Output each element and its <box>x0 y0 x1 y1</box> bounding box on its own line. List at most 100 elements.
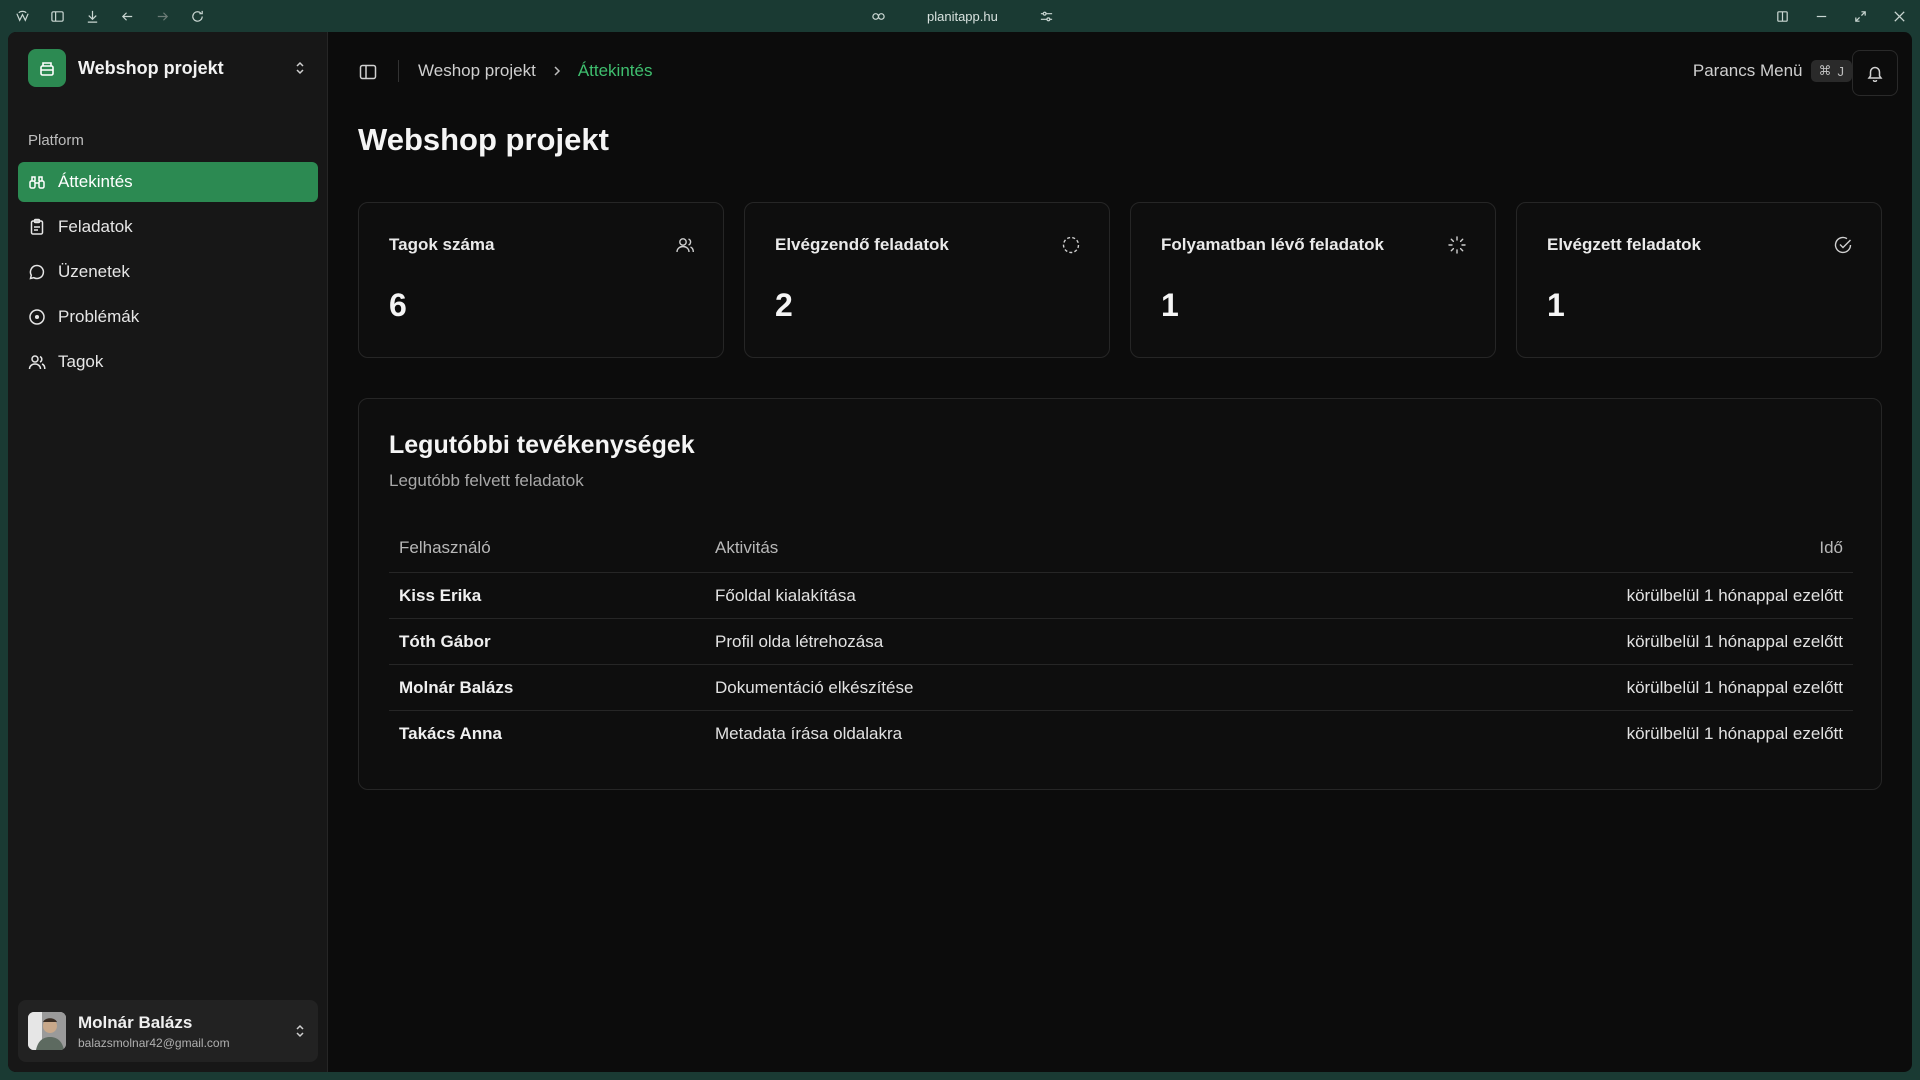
avatar <box>28 1012 66 1050</box>
stat-label: Folyamatban lévő feladatok <box>1161 235 1384 254</box>
command-key-symbol: ⌘ <box>1818 63 1832 78</box>
project-logo-icon <box>28 49 66 87</box>
breadcrumb: Weshop projekt Áttekintés <box>418 61 652 81</box>
reload-icon[interactable] <box>189 8 206 25</box>
sidebar-item-problemak[interactable]: Problémák <box>18 297 318 337</box>
sidebar-panel-icon[interactable] <box>49 8 66 25</box>
user-name: Molnár Balázs <box>78 1012 193 1032</box>
sidebar-item-label: Feladatok <box>58 217 133 236</box>
circle-check-icon <box>1833 235 1853 255</box>
top-bar: Weshop projekt Áttekintés Parancs Menü ⌘… <box>328 32 1912 108</box>
sidebar-item-label: Problémák <box>58 307 140 326</box>
column-header-activity: Aktivitás <box>715 537 779 557</box>
download-icon[interactable] <box>84 8 101 25</box>
stat-label: Elvégzendő feladatok <box>775 235 949 254</box>
sidebar-section-label: Platform <box>28 132 84 149</box>
browser-titlebar: planitapp.hu <box>0 0 1920 32</box>
cell-time: körülbelül 1 hónappal ezelőtt <box>1626 631 1843 651</box>
stat-card-done: Elvégzett feladatok 1 <box>1516 202 1882 358</box>
cell-time: körülbelül 1 hónappal ezelőtt <box>1626 724 1843 743</box>
cell-activity: Profil olda létrehozása <box>715 631 884 651</box>
browser-nav-controls <box>14 8 206 25</box>
site-settings-icon[interactable] <box>1038 8 1055 25</box>
circle-dashed-icon <box>1061 235 1081 255</box>
sidebar-item-tagok[interactable]: Tagok <box>18 342 318 382</box>
user-info: Molnár Balázs balazsmolnar42@gmail.com <box>78 1013 292 1050</box>
sidebar-nav: Áttekintés Feladatok Üzenetek Problémák <box>18 162 318 387</box>
restore-icon[interactable] <box>1852 8 1869 25</box>
browser-logo-icon[interactable] <box>14 8 31 25</box>
sidebar: Webshop projekt Platform Áttekintés Fela… <box>8 32 328 1072</box>
cell-user: Kiss Erika <box>399 585 482 605</box>
recent-activity-card: Legutóbbi tevékenységek Legutóbb felvett… <box>358 398 1882 790</box>
column-header-user: Felhasználó <box>399 537 491 557</box>
sidebar-item-label: Áttekintés <box>58 172 133 191</box>
link-icon <box>870 8 887 25</box>
close-icon[interactable] <box>1891 8 1908 25</box>
stat-label: Tagok száma <box>389 235 495 254</box>
stats-row: Tagok száma 6 Elvégzendő feladatok 2 Fol… <box>358 202 1882 358</box>
table-header: Felhasználó Aktivitás Idő <box>389 523 1853 573</box>
address-bar[interactable]: planitapp.hu <box>870 8 1055 25</box>
divider <box>398 60 399 82</box>
cell-activity: Dokumentáció elkészítése <box>715 677 914 697</box>
users-icon <box>28 353 46 371</box>
stat-value: 1 <box>1161 287 1179 323</box>
cell-activity: Főoldal kialakítása <box>715 585 856 605</box>
table-row[interactable]: Kiss Erika Főoldal kialakítása körülbelü… <box>389 573 1853 619</box>
sidebar-item-label: Üzenetek <box>58 262 130 281</box>
shortcut-key: J <box>1837 63 1845 79</box>
chevron-right-icon <box>550 64 564 78</box>
activity-title: Legutóbbi tevékenységek <box>389 431 695 459</box>
sidebar-item-feladatok[interactable]: Feladatok <box>18 207 318 247</box>
back-arrow-icon[interactable] <box>119 8 136 25</box>
stat-value: 1 <box>1547 287 1565 323</box>
app-window: Webshop projekt Platform Áttekintés Fela… <box>8 32 1912 1072</box>
stat-card-in-progress: Folyamatban lévő feladatok 1 <box>1130 202 1496 358</box>
bell-icon <box>1866 64 1884 82</box>
stat-label: Elvégzett feladatok <box>1547 235 1701 254</box>
activity-table: Felhasználó Aktivitás Idő Kiss Erika Főo… <box>389 523 1853 757</box>
table-row[interactable]: Tóth Gábor Profil olda létrehozása körül… <box>389 619 1853 665</box>
sidebar-item-label: Tagok <box>58 352 104 371</box>
activity-subtitle: Legutóbb felvett feladatok <box>389 471 584 490</box>
window-controls <box>1774 8 1908 25</box>
sidebar-item-attekintes[interactable]: Áttekintés <box>18 162 318 202</box>
column-header-time: Idő <box>1819 537 1843 557</box>
user-email: balazsmolnar42@gmail.com <box>78 1035 230 1050</box>
chevrons-up-down-icon <box>292 60 308 76</box>
url-text: planitapp.hu <box>927 9 998 24</box>
notifications-button[interactable] <box>1852 50 1898 96</box>
project-switcher[interactable]: Webshop projekt <box>18 44 318 92</box>
breadcrumb-project[interactable]: Weshop projekt <box>418 61 536 81</box>
binoculars-icon <box>28 173 46 191</box>
command-menu-label: Parancs Menü <box>1692 61 1803 80</box>
page-title: Webshop projekt <box>358 122 609 157</box>
stat-value: 6 <box>389 287 407 323</box>
message-circle-icon <box>28 263 46 281</box>
forward-arrow-icon[interactable] <box>154 8 171 25</box>
stat-value: 2 <box>775 287 793 323</box>
chevrons-up-down-icon <box>292 1023 308 1039</box>
command-menu-button[interactable]: Parancs Menü ⌘ J <box>1693 60 1852 82</box>
table-row[interactable]: Molnár Balázs Dokumentáció elkészítése k… <box>389 665 1853 711</box>
minimize-icon[interactable] <box>1813 8 1830 25</box>
stat-card-members: Tagok száma 6 <box>358 202 724 358</box>
sidebar-toggle-icon[interactable] <box>358 62 378 82</box>
loader-icon <box>1447 235 1467 255</box>
breadcrumb-current: Áttekintés <box>577 61 653 80</box>
table-row[interactable]: Takács Anna Metadata írása oldalakra kör… <box>389 711 1853 757</box>
cell-time: körülbelül 1 hónappal ezelőtt <box>1626 585 1843 605</box>
stat-card-todo: Elvégzendő feladatok 2 <box>744 202 1110 358</box>
keyboard-shortcut: ⌘ J <box>1810 60 1852 82</box>
cell-time: körülbelül 1 hónappal ezelőtt <box>1626 677 1843 697</box>
cell-activity: Metadata írása oldalakra <box>715 724 903 743</box>
cell-user: Takács Anna <box>399 724 502 743</box>
cell-user: Tóth Gábor <box>399 631 491 651</box>
sidebar-item-uzenetek[interactable]: Üzenetek <box>18 252 318 292</box>
split-view-icon[interactable] <box>1774 8 1791 25</box>
project-name: Webshop projekt <box>78 57 224 78</box>
clipboard-icon <box>28 218 46 236</box>
user-menu[interactable]: Molnár Balázs balazsmolnar42@gmail.com <box>18 1000 318 1062</box>
users-icon <box>675 235 695 255</box>
